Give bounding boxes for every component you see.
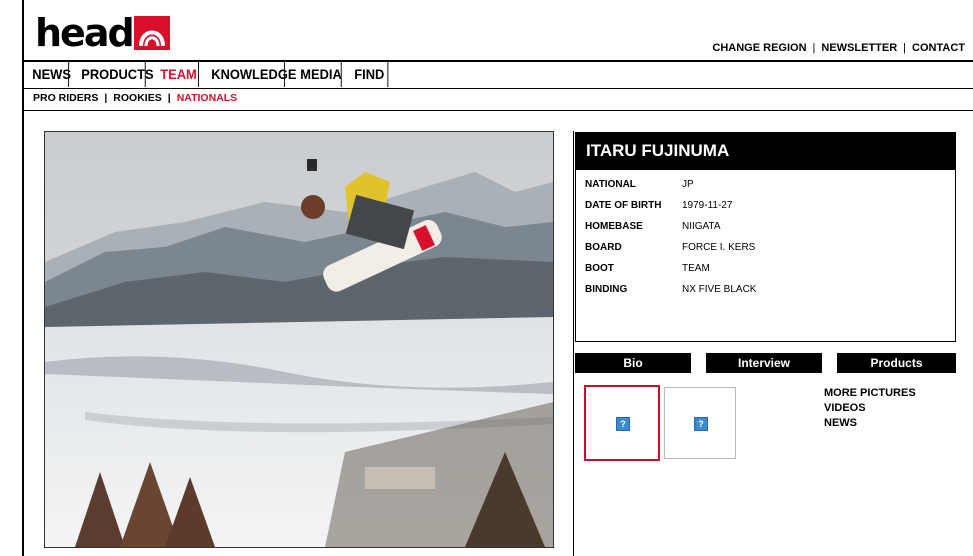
- info-value: 1979-11-27: [682, 200, 733, 211]
- newsletter-link[interactable]: NEWSLETTER: [821, 42, 897, 54]
- subnav-nationals[interactable]: NATIONALS: [177, 92, 237, 104]
- thumbnail-1[interactable]: ?: [584, 385, 660, 461]
- thumbnail-2[interactable]: ?: [664, 387, 736, 459]
- sub-nav: PRO RIDERS | ROOKIES | NATIONALS: [33, 92, 237, 104]
- head-logo[interactable]: head: [35, 11, 170, 55]
- info-value: TEAM: [682, 263, 710, 274]
- tab-bio[interactable]: Bio: [575, 353, 691, 373]
- main-nav: NEWS PRODUCTS TEAM KNOWLEDGE MEDIA FIND: [24, 62, 392, 88]
- more-pictures-link[interactable]: MORE PICTURES: [824, 386, 916, 401]
- subnav-rookies[interactable]: ROOKIES: [113, 92, 161, 104]
- nav-item-products[interactable]: PRODUCTS: [73, 62, 154, 87]
- news-link[interactable]: NEWS: [824, 416, 916, 431]
- rider-info: NATIONAL JP DATE OF BIRTH 1979-11-27 HOM…: [575, 170, 956, 342]
- nav-item-team[interactable]: TEAM: [152, 62, 199, 87]
- nav-item-find[interactable]: FIND: [346, 62, 389, 87]
- info-value: NIIGATA: [682, 221, 721, 232]
- broken-image-icon: ?: [616, 417, 630, 431]
- media-links: MORE PICTURES VIDEOS NEWS: [824, 386, 916, 431]
- contact-link[interactable]: CONTACT: [912, 42, 965, 54]
- nav-item-media[interactable]: MEDIA: [292, 62, 342, 87]
- head-logo-mark-icon: [133, 16, 170, 50]
- info-label: DATE OF BIRTH: [585, 200, 662, 211]
- rider-name: ITARU FUJINUMA: [575, 132, 956, 170]
- info-value: NX FIVE BLACK: [682, 284, 757, 295]
- info-label: BOARD: [585, 242, 622, 253]
- divider: [22, 110, 973, 111]
- tab-interview[interactable]: Interview: [706, 353, 822, 373]
- nav-item-news[interactable]: NEWS: [24, 62, 71, 87]
- change-region-link[interactable]: CHANGE REGION: [712, 42, 806, 54]
- rider-photo: [44, 131, 554, 548]
- separator: |: [167, 92, 171, 104]
- nav-item-knowledge[interactable]: KNOWLEDGE: [203, 62, 296, 87]
- tab-products[interactable]: Products: [837, 353, 956, 373]
- info-label: NATIONAL: [585, 179, 636, 190]
- videos-link[interactable]: VIDEOS: [824, 401, 916, 416]
- separator: |: [903, 42, 907, 54]
- rider-tabs: Bio Interview Products: [575, 353, 956, 373]
- broken-image-icon: ?: [694, 417, 708, 431]
- logo-wordmark: head: [35, 11, 135, 55]
- info-value: FORCE I. KERS: [682, 242, 756, 253]
- info-label: BINDING: [585, 284, 628, 295]
- subnav-pro-riders[interactable]: PRO RIDERS: [33, 92, 98, 104]
- separator: |: [812, 42, 816, 54]
- utility-nav: CHANGE REGION | NEWSLETTER | CONTACT: [712, 42, 965, 54]
- info-value: JP: [682, 179, 694, 190]
- info-label: HOMEBASE: [585, 221, 643, 232]
- separator: |: [104, 92, 108, 104]
- info-label: BOOT: [585, 263, 614, 274]
